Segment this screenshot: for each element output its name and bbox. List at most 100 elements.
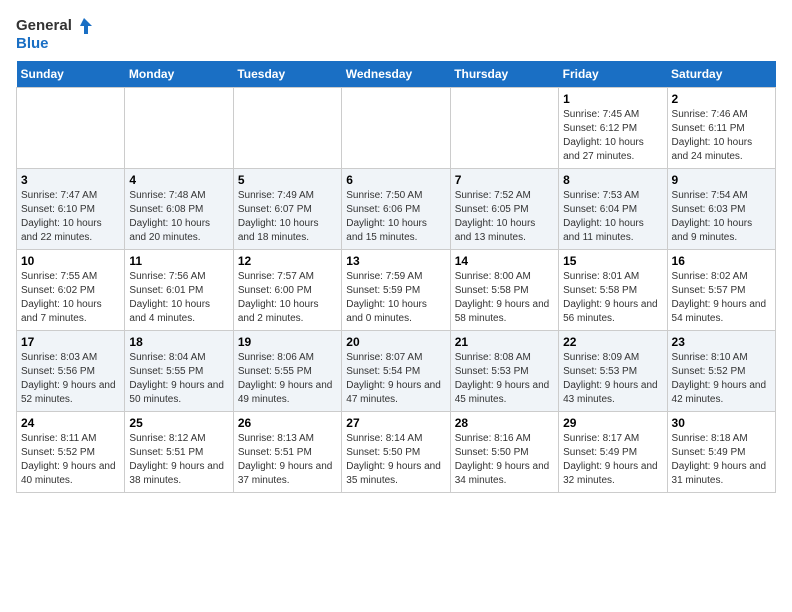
weekday-header: Tuesday (233, 61, 341, 88)
day-number: 28 (455, 416, 554, 430)
calendar-cell: 15 Sunrise: 8:01 AM Sunset: 5:58 PM Dayli… (559, 249, 667, 330)
calendar-table: SundayMondayTuesdayWednesdayThursdayFrid… (16, 61, 776, 493)
calendar-cell: 7 Sunrise: 7:52 AM Sunset: 6:05 PM Daylig… (450, 168, 558, 249)
calendar-week-row: 24 Sunrise: 8:11 AM Sunset: 5:52 PM Dayli… (17, 411, 776, 492)
calendar-cell: 5 Sunrise: 7:49 AM Sunset: 6:07 PM Daylig… (233, 168, 341, 249)
calendar-cell: 1 Sunrise: 7:45 AM Sunset: 6:12 PM Daylig… (559, 87, 667, 168)
day-number: 20 (346, 335, 445, 349)
day-info: Sunrise: 8:09 AM Sunset: 5:53 PM Dayligh… (563, 351, 662, 407)
day-info: Sunrise: 7:50 AM Sunset: 6:06 PM Dayligh… (346, 189, 445, 245)
calendar-cell: 30Sunrise: 8:18 AM Sunset: 5:49 PM Dayli… (667, 411, 775, 492)
header-row: SundayMondayTuesdayWednesdayThursdayFrid… (17, 61, 776, 88)
day-info: Sunrise: 7:53 AM Sunset: 6:04 PM Dayligh… (563, 189, 662, 245)
calendar-cell: 20 Sunrise: 8:07 AM Sunset: 5:54 PM Dayli… (342, 330, 450, 411)
calendar-cell: 19Sunrise: 8:06 AM Sunset: 5:55 PM Dayli… (233, 330, 341, 411)
day-number: 14 (455, 254, 554, 268)
weekday-header: Thursday (450, 61, 558, 88)
logo: General Blue (16, 16, 94, 53)
day-number: 8 (563, 173, 662, 187)
day-number: 26 (238, 416, 337, 430)
day-number: 1 (563, 92, 662, 106)
calendar-cell: 21Sunrise: 8:08 AM Sunset: 5:53 PM Dayli… (450, 330, 558, 411)
day-info: Sunrise: 8:10 AM Sunset: 5:52 PM Dayligh… (672, 351, 771, 407)
day-info: Sunrise: 7:59 AM Sunset: 5:59 PM Dayligh… (346, 270, 445, 326)
day-info: Sunrise: 8:13 AM Sunset: 5:51 PM Dayligh… (238, 432, 337, 488)
calendar-cell (17, 87, 125, 168)
day-number: 19 (238, 335, 337, 349)
day-info: Sunrise: 8:01 AM Sunset: 5:58 PM Dayligh… (563, 270, 662, 326)
calendar-cell (233, 87, 341, 168)
day-number: 2 (672, 92, 771, 106)
calendar-cell: 2 Sunrise: 7:46 AM Sunset: 6:11 PM Daylig… (667, 87, 775, 168)
day-info: Sunrise: 8:02 AM Sunset: 5:57 PM Dayligh… (672, 270, 771, 326)
day-number: 25 (129, 416, 228, 430)
calendar-cell: 10 Sunrise: 7:55 AM Sunset: 6:02 PM Dayli… (17, 249, 125, 330)
logo-blue-text: Blue (16, 36, 49, 53)
day-info: Sunrise: 7:56 AM Sunset: 6:01 PM Dayligh… (129, 270, 228, 326)
calendar-cell: 16 Sunrise: 8:02 AM Sunset: 5:57 PM Dayli… (667, 249, 775, 330)
day-info: Sunrise: 8:07 AM Sunset: 5:54 PM Dayligh… (346, 351, 445, 407)
weekday-header: Saturday (667, 61, 775, 88)
day-info: Sunrise: 8:11 AM Sunset: 5:52 PM Dayligh… (21, 432, 120, 488)
day-number: 7 (455, 173, 554, 187)
day-info: Sunrise: 8:04 AM Sunset: 5:55 PM Dayligh… (129, 351, 228, 407)
day-info: Sunrise: 8:00 AM Sunset: 5:58 PM Dayligh… (455, 270, 554, 326)
day-number: 22 (563, 335, 662, 349)
day-number: 23 (672, 335, 771, 349)
day-info: Sunrise: 7:54 AM Sunset: 6:03 PM Dayligh… (672, 189, 771, 245)
day-number: 10 (21, 254, 120, 268)
calendar-cell: 28 Sunrise: 8:16 AM Sunset: 5:50 PM Dayli… (450, 411, 558, 492)
calendar-cell: 26 Sunrise: 8:13 AM Sunset: 5:51 PM Dayli… (233, 411, 341, 492)
calendar-cell: 13Sunrise: 7:59 AM Sunset: 5:59 PM Dayli… (342, 249, 450, 330)
logo-general-text: General (16, 18, 72, 35)
day-number: 17 (21, 335, 120, 349)
calendar-cell: 18Sunrise: 8:04 AM Sunset: 5:55 PM Dayli… (125, 330, 233, 411)
calendar-cell (125, 87, 233, 168)
day-number: 11 (129, 254, 228, 268)
calendar-cell: 8 Sunrise: 7:53 AM Sunset: 6:04 PM Daylig… (559, 168, 667, 249)
day-number: 30 (672, 416, 771, 430)
header: General Blue (16, 16, 776, 53)
day-number: 6 (346, 173, 445, 187)
calendar-cell: 25 Sunrise: 8:12 AM Sunset: 5:51 PM Dayli… (125, 411, 233, 492)
day-number: 27 (346, 416, 445, 430)
weekday-header: Friday (559, 61, 667, 88)
day-number: 21 (455, 335, 554, 349)
day-info: Sunrise: 8:16 AM Sunset: 5:50 PM Dayligh… (455, 432, 554, 488)
day-info: Sunrise: 8:17 AM Sunset: 5:49 PM Dayligh… (563, 432, 662, 488)
day-number: 5 (238, 173, 337, 187)
day-number: 15 (563, 254, 662, 268)
calendar-cell: 9 Sunrise: 7:54 AM Sunset: 6:03 PM Daylig… (667, 168, 775, 249)
day-info: Sunrise: 8:03 AM Sunset: 5:56 PM Dayligh… (21, 351, 120, 407)
calendar-week-row: 17 Sunrise: 8:03 AM Sunset: 5:56 PM Dayli… (17, 330, 776, 411)
day-number: 9 (672, 173, 771, 187)
day-number: 29 (563, 416, 662, 430)
day-info: Sunrise: 7:49 AM Sunset: 6:07 PM Dayligh… (238, 189, 337, 245)
day-number: 12 (238, 254, 337, 268)
day-info: Sunrise: 8:12 AM Sunset: 5:51 PM Dayligh… (129, 432, 228, 488)
calendar-cell: 23 Sunrise: 8:10 AM Sunset: 5:52 PM Dayli… (667, 330, 775, 411)
day-number: 3 (21, 173, 120, 187)
calendar-cell: 27 Sunrise: 8:14 AM Sunset: 5:50 PM Dayli… (342, 411, 450, 492)
day-info: Sunrise: 7:57 AM Sunset: 6:00 PM Dayligh… (238, 270, 337, 326)
day-info: Sunrise: 7:45 AM Sunset: 6:12 PM Dayligh… (563, 108, 662, 164)
calendar-cell (342, 87, 450, 168)
day-info: Sunrise: 8:14 AM Sunset: 5:50 PM Dayligh… (346, 432, 445, 488)
day-info: Sunrise: 7:55 AM Sunset: 6:02 PM Dayligh… (21, 270, 120, 326)
day-number: 4 (129, 173, 228, 187)
logo-arrow-icon (74, 16, 94, 36)
calendar-week-row: 1 Sunrise: 7:45 AM Sunset: 6:12 PM Daylig… (17, 87, 776, 168)
day-info: Sunrise: 7:48 AM Sunset: 6:08 PM Dayligh… (129, 189, 228, 245)
day-number: 24 (21, 416, 120, 430)
day-number: 16 (672, 254, 771, 268)
calendar-cell: 29 Sunrise: 8:17 AM Sunset: 5:49 PM Dayli… (559, 411, 667, 492)
day-info: Sunrise: 7:52 AM Sunset: 6:05 PM Dayligh… (455, 189, 554, 245)
calendar-cell: 11 Sunrise: 7:56 AM Sunset: 6:01 PM Dayli… (125, 249, 233, 330)
calendar-cell (450, 87, 558, 168)
calendar-cell: 24 Sunrise: 8:11 AM Sunset: 5:52 PM Dayli… (17, 411, 125, 492)
calendar-cell: 6 Sunrise: 7:50 AM Sunset: 6:06 PM Daylig… (342, 168, 450, 249)
calendar-cell: 14 Sunrise: 8:00 AM Sunset: 5:58 PM Dayli… (450, 249, 558, 330)
calendar-cell: 12 Sunrise: 7:57 AM Sunset: 6:00 PM Dayli… (233, 249, 341, 330)
day-info: Sunrise: 7:46 AM Sunset: 6:11 PM Dayligh… (672, 108, 771, 164)
day-info: Sunrise: 7:47 AM Sunset: 6:10 PM Dayligh… (21, 189, 120, 245)
